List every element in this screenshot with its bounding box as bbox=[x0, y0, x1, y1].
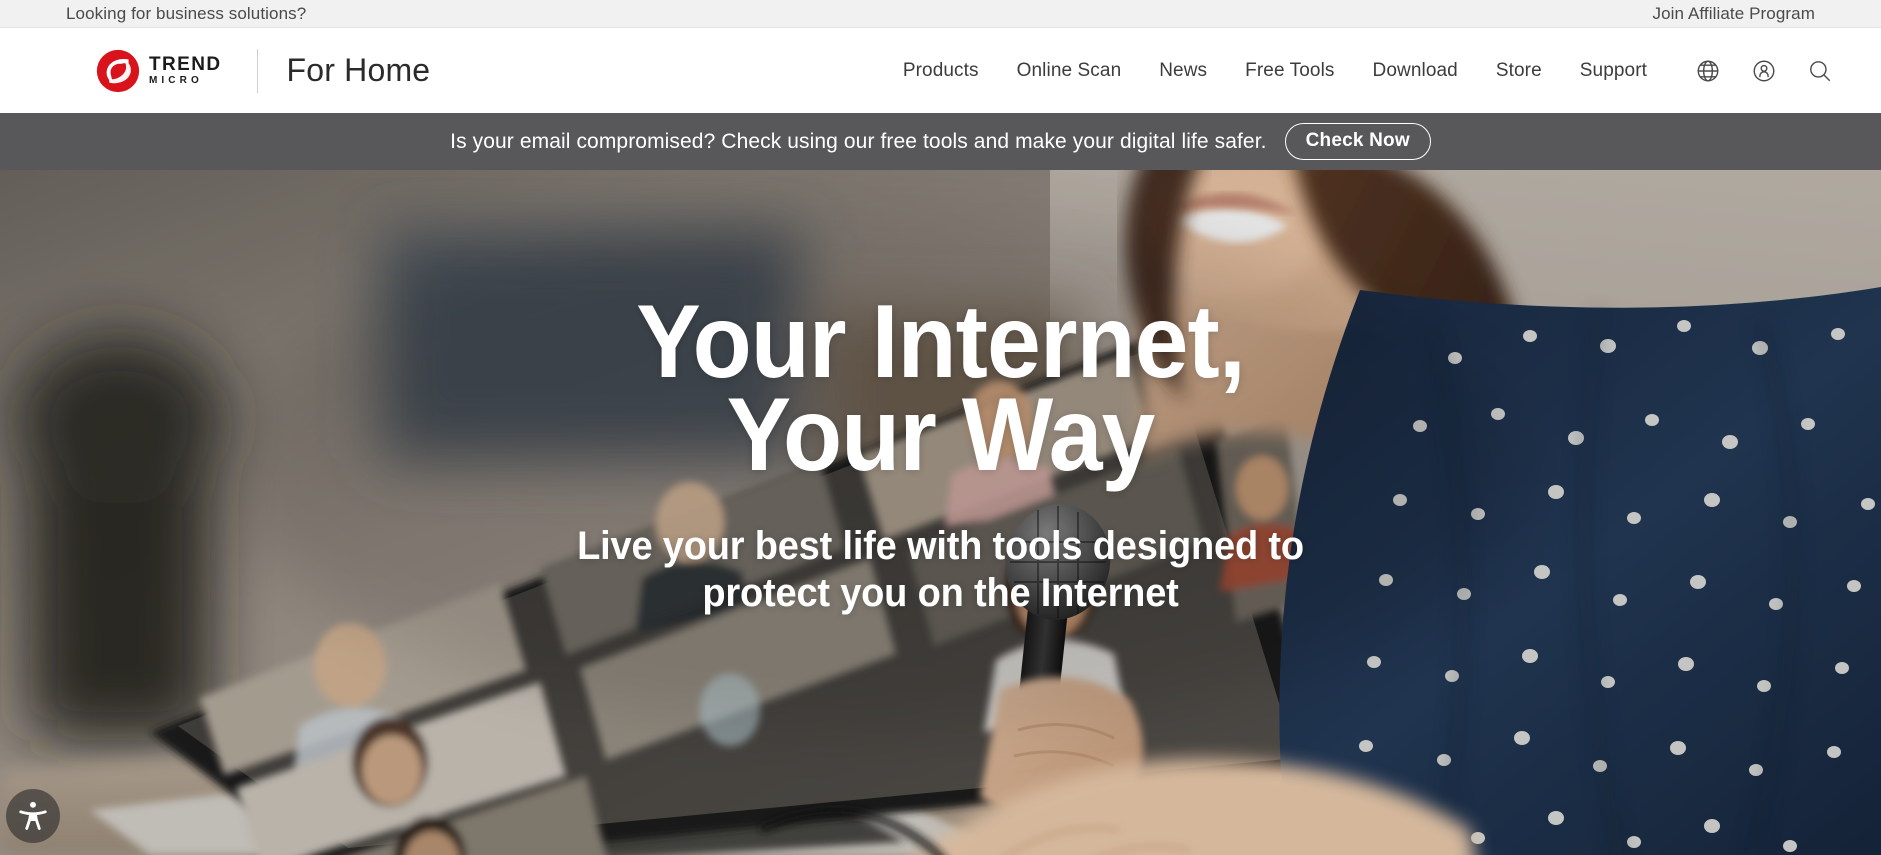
hero-subheadline-line1: Live your best life with tools designed … bbox=[577, 524, 1304, 569]
search-icon[interactable] bbox=[1807, 58, 1833, 84]
trend-micro-logo[interactable]: TREND MICRO bbox=[96, 49, 221, 93]
hero-headline-line2: Your Way bbox=[726, 376, 1156, 493]
nav-item-support[interactable]: Support bbox=[1580, 60, 1647, 82]
nav-item-free-tools[interactable]: Free Tools bbox=[1245, 60, 1334, 82]
site-title[interactable]: For Home bbox=[286, 52, 430, 89]
utility-bar: Looking for business solutions? Join Aff… bbox=[0, 0, 1881, 28]
check-now-button[interactable]: Check Now bbox=[1284, 123, 1431, 160]
hero-content: Your Internet, Your Way Live your best l… bbox=[0, 284, 1881, 617]
main-navigation-bar: TREND MICRO For Home Products Online Sca… bbox=[0, 28, 1881, 113]
accessibility-icon bbox=[19, 801, 47, 830]
promo-banner: Is your email compromised? Check using o… bbox=[0, 113, 1881, 170]
hero-subheadline: Live your best life with tools designed … bbox=[85, 523, 1796, 617]
accessibility-widget-button[interactable] bbox=[6, 789, 60, 843]
nav-links: Products Online Scan News Free Tools Dow… bbox=[903, 60, 1647, 82]
business-solutions-link[interactable]: Looking for business solutions? bbox=[66, 4, 306, 24]
globe-icon[interactable] bbox=[1695, 58, 1721, 84]
brand-divider bbox=[257, 48, 259, 93]
hero-section: Your Internet, Your Way Live your best l… bbox=[0, 170, 1881, 855]
brand-name-micro: MICRO bbox=[149, 75, 203, 86]
hero-subheadline-line2: protect you on the Internet bbox=[702, 571, 1179, 616]
promo-message: Is your email compromised? Check using o… bbox=[450, 129, 1267, 153]
hero-headline: Your Internet, Your Way bbox=[103, 284, 1778, 493]
nav-item-download[interactable]: Download bbox=[1373, 60, 1458, 82]
brand-name-trend: TREND bbox=[149, 54, 222, 75]
brand-area[interactable]: TREND MICRO For Home bbox=[96, 48, 430, 93]
trend-micro-wordmark: TREND MICRO bbox=[149, 55, 221, 86]
affiliate-program-link[interactable]: Join Affiliate Program bbox=[1652, 4, 1815, 24]
nav-icon-group bbox=[1695, 58, 1833, 84]
nav-item-store[interactable]: Store bbox=[1496, 60, 1542, 82]
trend-micro-swirl-icon bbox=[96, 49, 140, 93]
nav-item-products[interactable]: Products bbox=[903, 60, 979, 82]
hero-headline-line1: Your Internet, bbox=[636, 284, 1245, 400]
account-icon[interactable] bbox=[1751, 58, 1777, 84]
nav-item-online-scan[interactable]: Online Scan bbox=[1017, 60, 1122, 82]
nav-item-news[interactable]: News bbox=[1159, 60, 1207, 82]
